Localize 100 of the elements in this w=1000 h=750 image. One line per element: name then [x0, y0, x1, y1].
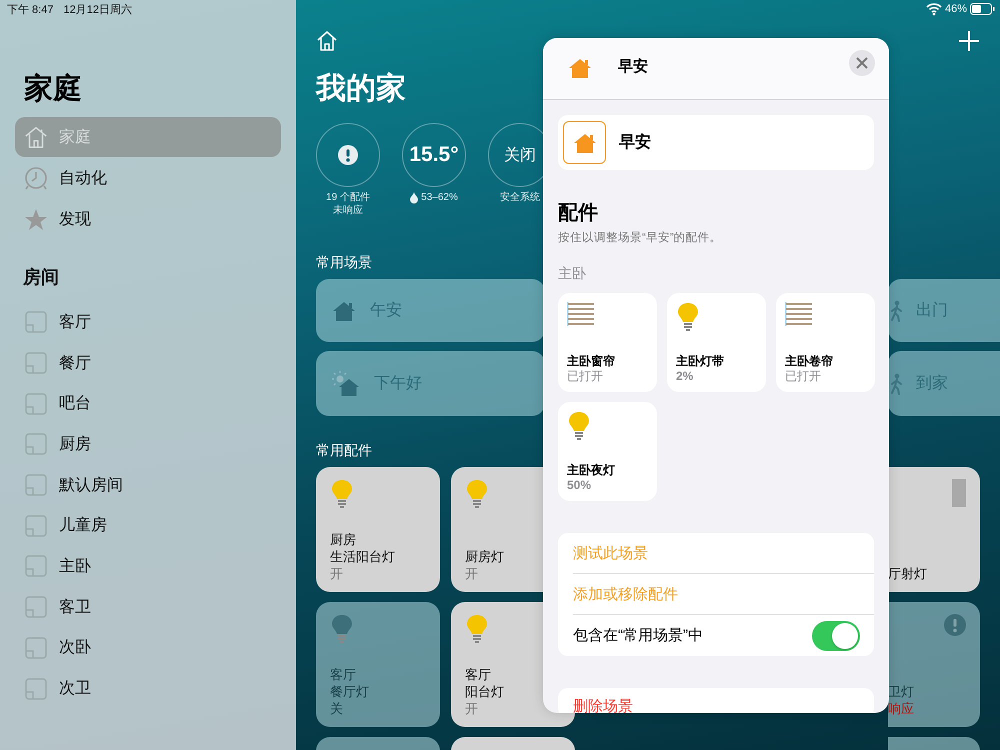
- house-icon: [23, 124, 49, 150]
- alert-icon: [338, 145, 358, 165]
- room-icon: [25, 678, 47, 700]
- room-icon: [25, 433, 47, 456]
- section-title: 配件: [558, 202, 599, 224]
- section-heading: 常用场景: [316, 254, 372, 272]
- accessory-tile[interactable]: 厅射灯: [888, 467, 980, 592]
- light-bulb-icon: [465, 479, 489, 509]
- accessory-name: 客厅: [465, 666, 492, 683]
- sidebar-item-label: 自动化: [59, 168, 107, 188]
- clock-icon: [24, 166, 48, 190]
- accessory-card[interactable]: 主卧卷帘 已打开: [776, 293, 875, 392]
- accessory-card[interactable]: 主卧窗帘 已打开: [558, 293, 657, 392]
- room-item[interactable]: 客卫: [15, 586, 281, 628]
- humidity-label: 53–62%: [421, 191, 458, 204]
- room-icon: [25, 514, 47, 537]
- room-label: 餐厅: [59, 354, 91, 374]
- room-label: 客卫: [59, 598, 91, 618]
- light-bulb-icon: [465, 614, 489, 644]
- light-bulb-icon: [330, 614, 354, 644]
- room-label: 默认房间: [59, 476, 123, 496]
- wifi-icon: [926, 2, 942, 16]
- accessory-name: 主卧窗帘: [567, 354, 616, 369]
- accessory-status: 开: [465, 565, 479, 582]
- scene-name: 早安: [619, 132, 651, 153]
- room-heading: 主卧: [558, 265, 587, 283]
- scene-card[interactable]: 早安: [558, 115, 874, 170]
- accessory-card[interactable]: 主卧夜灯 50%: [558, 402, 657, 501]
- star-icon: [24, 208, 48, 230]
- accessory-name: 主卧灯带: [676, 354, 725, 369]
- walking-person-icon: [888, 300, 904, 322]
- home-title: 我的家: [316, 70, 407, 106]
- accessory-name: 阳台灯: [465, 683, 505, 700]
- room-icon: [25, 474, 47, 496]
- light-bulb-icon: [676, 302, 700, 332]
- room-item[interactable]: 餐厅: [15, 342, 281, 384]
- rooms-heading: 房间: [23, 266, 60, 289]
- light-bulb-icon: [567, 411, 591, 441]
- battery-icon: [970, 3, 995, 15]
- room-icon: [25, 596, 47, 618]
- accessory-name: 厅射灯: [888, 565, 928, 582]
- accessory-name: 客厅: [330, 666, 357, 683]
- accessory-name: 卫灯: [888, 683, 915, 700]
- accessory-card[interactable]: 主卧灯带 2%: [667, 293, 766, 392]
- room-item[interactable]: 厨房: [15, 424, 281, 465]
- accessory-status: 开: [465, 700, 479, 717]
- sidebar-item-label: 家庭: [59, 128, 91, 148]
- add-icon: [958, 30, 980, 52]
- status-label: 安全系统: [500, 191, 540, 204]
- spotlight-icon: [952, 479, 966, 507]
- section-heading: 常用配件: [316, 442, 372, 460]
- section-hint: 按住以调整场景“早安”的配件。: [558, 230, 723, 245]
- toggle-switch[interactable]: [812, 620, 860, 650]
- room-icon: [25, 352, 47, 374]
- room-label: 次卫: [59, 679, 91, 700]
- accessory-status: 开: [330, 565, 344, 582]
- sun-house-icon: [332, 370, 360, 396]
- alert-icon: [944, 614, 966, 636]
- sidebar-item-label: 发现: [59, 210, 91, 230]
- status-time: 下午 8:47: [7, 2, 54, 16]
- room-label: 儿童房: [59, 516, 107, 536]
- accessory-status: 已打开: [785, 369, 822, 384]
- accessory-name: 厨房: [330, 531, 357, 548]
- light-bulb-icon: [330, 479, 354, 509]
- status-label: 未响应: [333, 204, 363, 217]
- room-icon: [25, 636, 47, 659]
- walking-person-icon: [888, 372, 904, 394]
- room-icon: [25, 555, 47, 578]
- sidebar-title: 家庭: [24, 72, 83, 107]
- sidebar-item[interactable]: 发现: [15, 199, 281, 239]
- room-label: 主卧: [59, 556, 91, 577]
- room-label: 吧台: [59, 394, 91, 414]
- accessory-tile[interactable]: 厨房 生活阳台灯 开: [316, 467, 440, 592]
- accessory-name: 主卧卷帘: [785, 354, 834, 369]
- accessory-status: 已打开: [567, 369, 604, 384]
- accessory-name: 餐厅灯: [330, 683, 370, 700]
- room-item[interactable]: 吧台: [15, 383, 281, 424]
- accessory-name: 生活阳台灯: [330, 548, 396, 565]
- room-item[interactable]: 默认房间: [15, 464, 281, 506]
- house-icon: [572, 132, 596, 154]
- room-icon: [25, 311, 47, 334]
- room-icon: [25, 392, 47, 415]
- status-date: 12月12日周六: [63, 2, 132, 16]
- room-item[interactable]: 主卧: [15, 546, 281, 587]
- window-blinds-icon: [567, 302, 595, 326]
- scene-icon-button[interactable]: [563, 121, 606, 164]
- room-item[interactable]: 客厅: [15, 302, 281, 343]
- room-item[interactable]: 次卧: [15, 628, 281, 668]
- accessory-status: 响应: [888, 700, 915, 717]
- room-label: 客厅: [59, 312, 91, 333]
- accessory-status: 2%: [676, 369, 694, 384]
- room-item[interactable]: 次卫: [15, 668, 281, 709]
- close-button[interactable]: [849, 50, 875, 76]
- status-button[interactable]: [316, 123, 380, 187]
- temperature-button[interactable]: 15.5°: [402, 123, 466, 187]
- room-item[interactable]: 儿童房: [15, 505, 281, 546]
- sidebar-item[interactable]: 自动化: [15, 158, 281, 198]
- close-icon: [856, 57, 868, 69]
- accessory-name: 厨房灯: [465, 548, 505, 565]
- room-label: 次卧: [59, 638, 91, 658]
